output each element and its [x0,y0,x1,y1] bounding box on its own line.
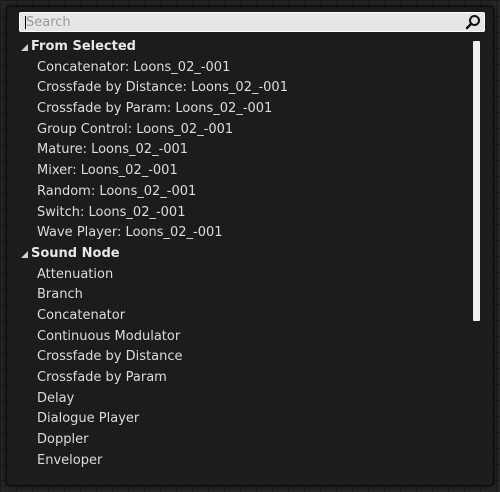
search-icon[interactable] [465,14,481,30]
list-item[interactable]: Mature: Loons_02_-001 [19,140,469,161]
expand-arrow-icon[interactable] [21,44,28,51]
list-item[interactable]: Concatenator [19,306,469,327]
list-item[interactable]: Wave Player: Loons_02_-001 [19,223,469,244]
scrollbar-thumb[interactable] [473,41,480,321]
list-item[interactable]: Group Control: Loons_02_-001 [19,120,469,141]
list-item[interactable]: Doppler [19,430,469,451]
category-label: From Selected [31,39,136,54]
category-label: Sound Node [31,245,120,261]
list-item[interactable]: Crossfade by Param: Loons_02_-001 [19,99,469,120]
list-item[interactable]: Enveloper [19,451,469,472]
expand-arrow-icon[interactable] [21,250,28,258]
category-header[interactable]: Sound Node [19,244,469,265]
list-item[interactable]: Attenuation [19,265,469,286]
list-item[interactable]: Mixer: Loons_02_-001 [19,161,469,182]
list-item[interactable]: Crossfade by Distance: Loons_02_-001 [19,78,469,99]
list-item[interactable]: Delay [19,389,469,410]
list-item[interactable]: Random: Loons_02_-001 [19,182,469,203]
list-item[interactable]: Continuous Modulator [19,327,469,348]
list-item[interactable]: Switch: Loons_02_-001 [19,203,469,224]
scrollbar[interactable] [470,37,483,477]
text-caret [25,16,26,29]
search-input[interactable] [20,13,466,31]
action-list: From Selected Concatenator: Loons_02_-001… [19,37,469,477]
search-box[interactable] [19,12,485,32]
list-item[interactable]: Branch [19,285,469,306]
list-item[interactable]: Dialogue Player [19,409,469,430]
list-item[interactable]: Crossfade by Param [19,368,469,389]
action-menu-panel: From Selected Concatenator: Loons_02_-001… [6,6,494,486]
category-header[interactable]: From Selected [19,37,469,58]
list-item[interactable]: Concatenator: Loons_02_-001 [19,58,469,79]
list-item[interactable]: Crossfade by Distance [19,347,469,368]
